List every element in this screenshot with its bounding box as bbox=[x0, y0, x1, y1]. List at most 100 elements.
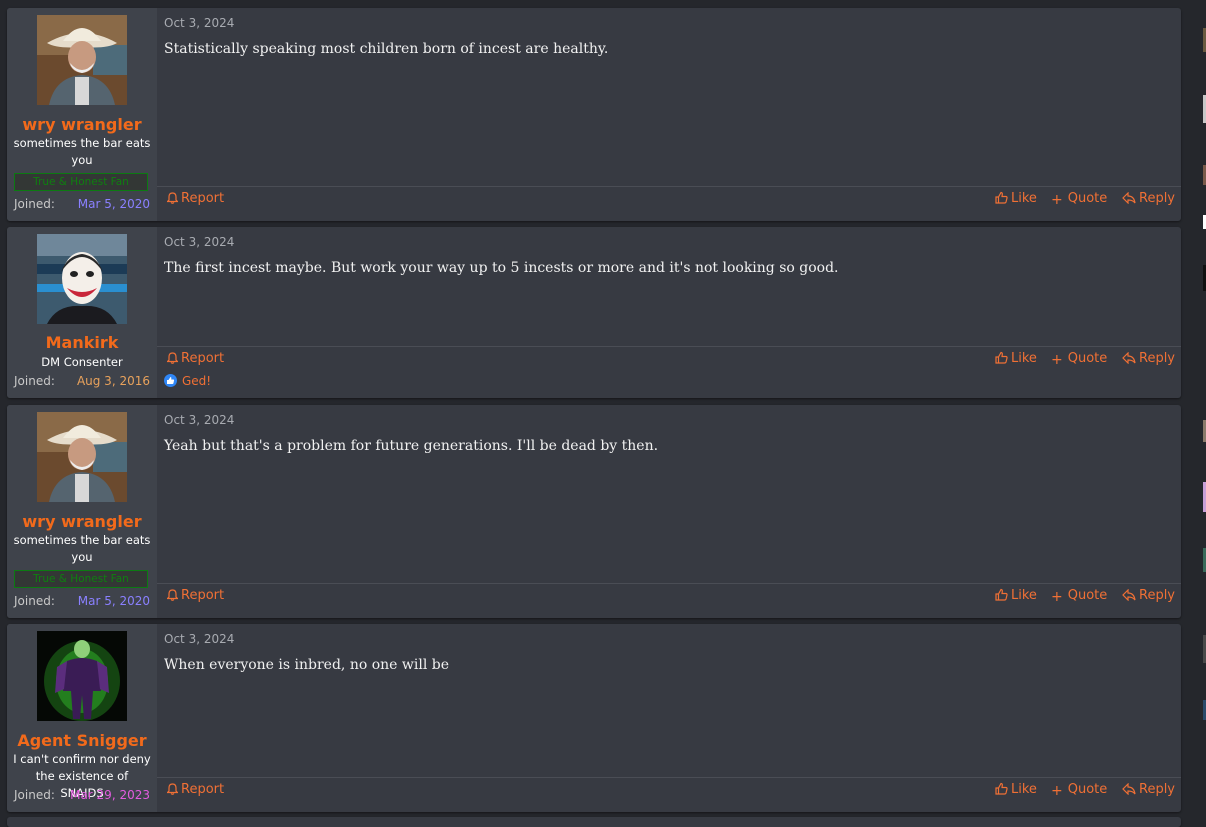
quote-button[interactable]: + Quote bbox=[1051, 588, 1107, 605]
reply-button[interactable]: Reply bbox=[1122, 191, 1175, 206]
reply-icon bbox=[1122, 352, 1136, 364]
avatar[interactable] bbox=[37, 631, 127, 721]
post-date[interactable]: Oct 3, 2024 bbox=[164, 16, 234, 30]
user-title: sometimes the bar eats you bbox=[13, 136, 151, 167]
reply-label: Reply bbox=[1139, 782, 1176, 797]
reply-button[interactable]: Reply bbox=[1122, 782, 1175, 797]
username[interactable]: wry wrangler bbox=[7, 115, 157, 134]
quote-button[interactable]: + Quote bbox=[1051, 191, 1107, 208]
report-label: Report bbox=[181, 351, 225, 366]
sidebar-edge bbox=[1195, 0, 1206, 822]
post-message: When everyone is inbred, no one will be bbox=[164, 657, 450, 673]
reply-label: Reply bbox=[1139, 588, 1176, 603]
joined-date: Aug 3, 2016 bbox=[76, 374, 150, 388]
like-button[interactable]: Like bbox=[995, 191, 1037, 206]
report-label: Report bbox=[181, 191, 225, 206]
like-label: Like bbox=[1011, 588, 1037, 603]
joined-date: Mar 29, 2023 bbox=[70, 788, 150, 802]
report-button[interactable]: Report bbox=[167, 191, 224, 206]
user-panel: Agent Snigger I can't confirm nor deny t… bbox=[7, 624, 157, 812]
post-message: The first incest maybe. But work your wa… bbox=[164, 260, 839, 276]
user-title: DM Consenter bbox=[41, 355, 123, 369]
report-label: Report bbox=[181, 588, 225, 603]
joined-label: Joined: bbox=[14, 594, 55, 608]
like-reaction-icon bbox=[164, 374, 177, 387]
user-banner: True & Honest Fan bbox=[14, 173, 148, 191]
bell-icon bbox=[167, 783, 178, 795]
thumbs-up-icon bbox=[995, 588, 1008, 601]
username[interactable]: Agent Snigger bbox=[7, 731, 157, 750]
cowboy-avatar bbox=[37, 412, 127, 502]
user-panel: wry wrangler sometimes the bar eats you … bbox=[7, 405, 157, 618]
quote-label: Quote bbox=[1067, 588, 1108, 603]
post-date[interactable]: Oct 3, 2024 bbox=[164, 413, 234, 427]
post-message: Yeah but that's a problem for future gen… bbox=[164, 438, 659, 454]
plus-icon: + bbox=[1051, 589, 1063, 605]
bell-icon bbox=[167, 192, 178, 204]
reaction-summary[interactable]: Ged! bbox=[164, 374, 211, 388]
reply-label: Reply bbox=[1139, 191, 1176, 206]
avatar[interactable] bbox=[37, 15, 127, 105]
divider bbox=[157, 186, 1181, 187]
divider bbox=[157, 583, 1181, 584]
bell-icon bbox=[167, 589, 178, 601]
quote-label: Quote bbox=[1067, 782, 1108, 797]
reply-icon bbox=[1122, 192, 1136, 204]
green-figure-avatar bbox=[37, 631, 127, 721]
next-post-edge bbox=[7, 817, 1181, 827]
post-actions: Report Like + Quote Reply bbox=[157, 351, 1181, 373]
username[interactable]: wry wrangler bbox=[7, 512, 157, 531]
joined-label: Joined: bbox=[14, 197, 55, 211]
reaction-user[interactable]: Ged! bbox=[182, 374, 211, 388]
thread-posts: wry wrangler sometimes the bar eats you … bbox=[0, 0, 1190, 827]
post-actions: Report Like + Quote Reply bbox=[157, 782, 1181, 804]
post-message: Statistically speaking most children bor… bbox=[164, 41, 609, 57]
bell-icon bbox=[167, 352, 178, 364]
reply-label: Reply bbox=[1139, 351, 1176, 366]
thumbs-up-icon bbox=[995, 782, 1008, 795]
post: Agent Snigger I can't confirm nor deny t… bbox=[7, 624, 1181, 812]
user-panel: Mankirk DM Consenter Joined: Aug 3, 2016 bbox=[7, 227, 157, 398]
reply-icon bbox=[1122, 783, 1136, 795]
plus-icon: + bbox=[1051, 783, 1063, 799]
like-label: Like bbox=[1011, 351, 1037, 366]
like-button[interactable]: Like bbox=[995, 588, 1037, 603]
divider bbox=[157, 346, 1181, 347]
plus-icon: + bbox=[1051, 192, 1063, 208]
joined-label: Joined: bbox=[14, 374, 55, 388]
avatar[interactable] bbox=[37, 412, 127, 502]
like-button[interactable]: Like bbox=[995, 782, 1037, 797]
quote-label: Quote bbox=[1067, 351, 1108, 366]
report-button[interactable]: Report bbox=[167, 351, 224, 366]
reply-button[interactable]: Reply bbox=[1122, 351, 1175, 366]
post-date[interactable]: Oct 3, 2024 bbox=[164, 235, 234, 249]
post: wry wrangler sometimes the bar eats you … bbox=[7, 405, 1181, 618]
joined-date: Mar 5, 2020 bbox=[77, 594, 150, 608]
report-button[interactable]: Report bbox=[167, 782, 224, 797]
post: wry wrangler sometimes the bar eats you … bbox=[7, 8, 1181, 221]
username[interactable]: Mankirk bbox=[7, 333, 157, 352]
report-button[interactable]: Report bbox=[167, 588, 224, 603]
joined-label: Joined: bbox=[14, 788, 55, 802]
quote-button[interactable]: + Quote bbox=[1051, 782, 1107, 799]
joined-date: Mar 5, 2020 bbox=[77, 197, 150, 211]
clown-avatar bbox=[37, 234, 127, 324]
post: Mankirk DM Consenter Joined: Aug 3, 2016… bbox=[7, 227, 1181, 398]
divider bbox=[157, 777, 1181, 778]
reply-icon bbox=[1122, 589, 1136, 601]
like-label: Like bbox=[1011, 191, 1037, 206]
post-actions: Report Like + Quote Reply bbox=[157, 588, 1181, 610]
avatar[interactable] bbox=[37, 234, 127, 324]
thumbs-up-icon bbox=[995, 191, 1008, 204]
user-banner: True & Honest Fan bbox=[14, 570, 148, 588]
like-button[interactable]: Like bbox=[995, 351, 1037, 366]
post-date[interactable]: Oct 3, 2024 bbox=[164, 632, 234, 646]
report-label: Report bbox=[181, 782, 225, 797]
post-actions: Report Like + Quote Reply bbox=[157, 191, 1181, 213]
quote-button[interactable]: + Quote bbox=[1051, 351, 1107, 368]
user-panel: wry wrangler sometimes the bar eats you … bbox=[7, 8, 157, 221]
cowboy-avatar bbox=[37, 15, 127, 105]
reply-button[interactable]: Reply bbox=[1122, 588, 1175, 603]
like-label: Like bbox=[1011, 782, 1037, 797]
plus-icon: + bbox=[1051, 352, 1063, 368]
